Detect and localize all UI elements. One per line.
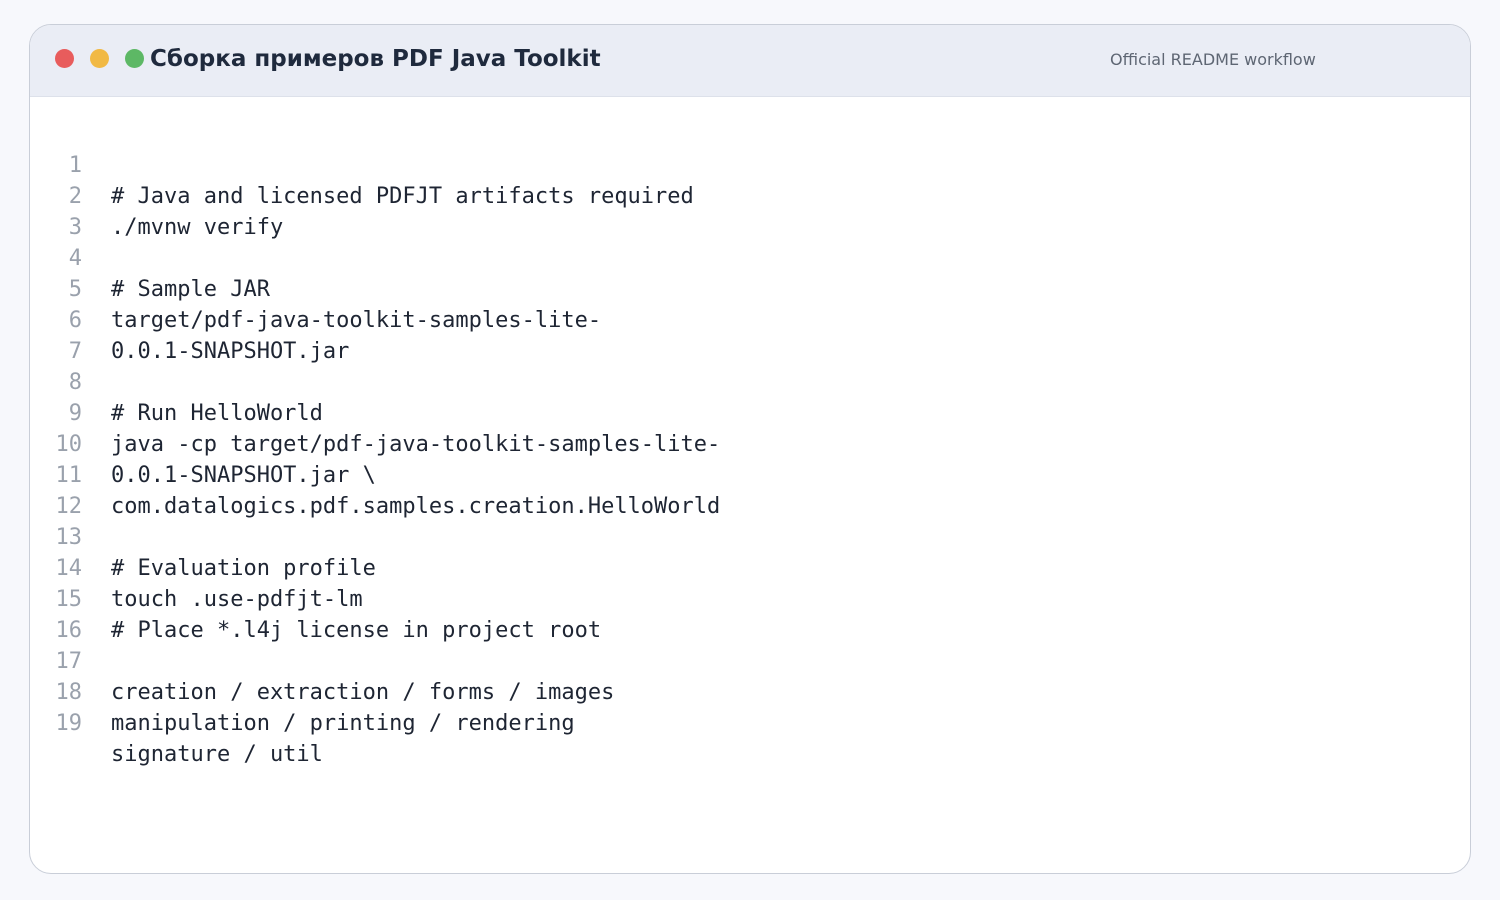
code-line: 14 touch .use-pdfjt-lm	[30, 522, 1470, 612]
code-line: 13 # Evaluation profile	[30, 491, 1470, 581]
code-line: 6 0.0.1-SNAPSHOT.jar	[30, 274, 1470, 364]
code-line: 11 com.datalogics.pdf.samples.creation.H…	[30, 429, 1470, 519]
code-line: 4 # Sample JAR	[30, 212, 1470, 302]
title-bar: Сборка примеров PDF Java Toolkit Officia…	[30, 25, 1470, 97]
window-subtitle: Official README workflow	[1110, 50, 1316, 69]
code-line: 1 # Java and licensed PDFJT artifacts re…	[30, 119, 1470, 209]
line-text: manipulation / printing / rendering	[111, 711, 575, 736]
code-line: 17 creation / extraction / forms / image…	[30, 615, 1470, 705]
code-line: 8 # Run HelloWorld	[30, 336, 1470, 426]
code-line: 16	[30, 584, 1470, 643]
close-window-icon[interactable]	[55, 49, 74, 68]
code-line: 9 java -cp target/pdf-java-toolkit-sampl…	[30, 367, 1470, 457]
code-line: 12	[30, 460, 1470, 519]
code-line: 7	[30, 305, 1470, 364]
line-number: 19	[55, 711, 83, 736]
code-editor[interactable]: 1 # Java and licensed PDFJT artifacts re…	[30, 119, 1470, 767]
code-window: Сборка примеров PDF Java Toolkit Officia…	[29, 24, 1471, 874]
window-title: Сборка примеров PDF Java Toolkit	[150, 46, 601, 72]
minimize-window-icon[interactable]	[90, 49, 109, 68]
code-line: 5 target/pdf-java-toolkit-samples-lite-	[30, 243, 1470, 333]
code-line: 19 signature / util	[30, 677, 1470, 767]
code-line: 3	[30, 181, 1470, 240]
code-line: 15 # Place *.l4j license in project root	[30, 553, 1470, 643]
line-text: signature / util	[111, 742, 323, 767]
maximize-window-icon[interactable]	[125, 49, 144, 68]
code-line: 10 0.0.1-SNAPSHOT.jar \	[30, 398, 1470, 488]
code-line: 18 manipulation / printing / rendering	[30, 646, 1470, 736]
code-line: 2 ./mvnw verify	[30, 150, 1470, 240]
